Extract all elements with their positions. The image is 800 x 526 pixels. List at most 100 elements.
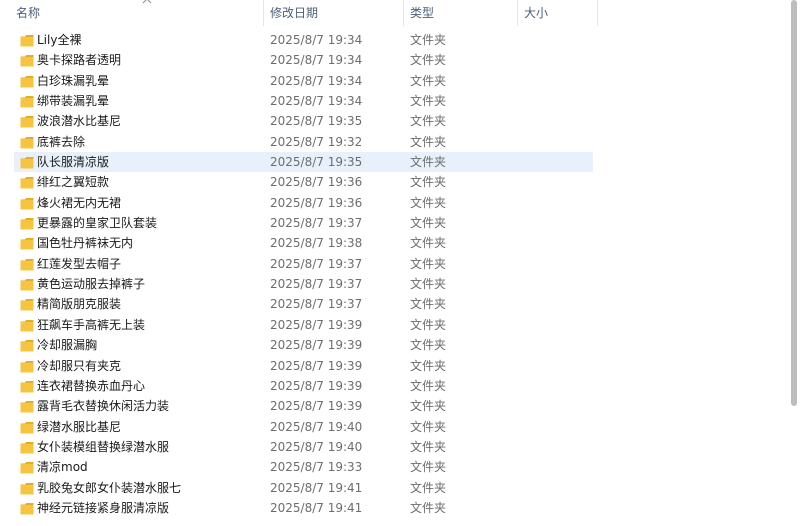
file-name: 更暴露的皇家卫队套装 xyxy=(37,216,158,231)
file-date: 2025/8/7 19:40 xyxy=(270,419,363,434)
file-type: 文件夹 xyxy=(410,277,447,292)
file-name: 狂飙车手高裤无上装 xyxy=(37,317,146,332)
file-row[interactable]: 黄色运动服去掉裤子 2025/8/7 19:37 文件夹 xyxy=(0,274,788,294)
folder-icon xyxy=(20,193,34,213)
file-name: 绑带装漏乳晕 xyxy=(37,94,110,109)
file-type: 文件夹 xyxy=(410,419,447,434)
file-row[interactable]: 奥卡探路者透明 2025/8/7 19:34 文件夹 xyxy=(0,50,788,70)
file-date: 2025/8/7 19:39 xyxy=(270,399,363,414)
folder-icon xyxy=(20,294,34,314)
file-explorer: 名称 修改日期 类型 大小 Lily全裸 2025/8/7 19:34 文件夹 奥卡探… xyxy=(0,0,800,526)
file-row[interactable]: 神经元链接紧身服清凉版 2025/8/7 19:41 文件夹 xyxy=(0,498,788,518)
file-row[interactable]: 红莲发型去帽子 2025/8/7 19:37 文件夹 xyxy=(0,254,788,274)
file-date: 2025/8/7 19:34 xyxy=(270,94,363,109)
file-name: 精简版朋克服装 xyxy=(37,297,122,312)
file-row[interactable]: 白珍珠漏乳晕 2025/8/7 19:34 文件夹 xyxy=(0,71,788,91)
file-row[interactable]: 波浪潜水比基尼 2025/8/7 19:35 文件夹 xyxy=(0,111,788,131)
file-date: 2025/8/7 19:34 xyxy=(270,53,363,68)
file-date: 2025/8/7 19:39 xyxy=(270,338,363,353)
file-type: 文件夹 xyxy=(410,94,447,109)
folder-icon xyxy=(20,213,34,233)
file-type: 文件夹 xyxy=(410,317,447,332)
file-row[interactable]: 底裤去除 2025/8/7 19:32 文件夹 xyxy=(0,132,788,152)
file-row[interactable]: 精简版朋克服装 2025/8/7 19:37 文件夹 xyxy=(0,294,788,314)
file-date: 2025/8/7 19:39 xyxy=(270,378,363,393)
folder-icon xyxy=(20,111,34,131)
file-date: 2025/8/7 19:36 xyxy=(270,195,363,210)
folder-icon xyxy=(20,152,34,172)
file-type: 文件夹 xyxy=(410,500,447,515)
file-row[interactable]: 露背毛衣替换休闲活力装 2025/8/7 19:39 文件夹 xyxy=(0,396,788,416)
file-type: 文件夹 xyxy=(410,195,447,210)
file-row[interactable]: 队长服清凉版 2025/8/7 19:35 文件夹 xyxy=(0,152,788,173)
file-name: 奥卡探路者透明 xyxy=(37,53,122,68)
file-type: 文件夹 xyxy=(410,216,447,231)
file-type: 文件夹 xyxy=(410,439,447,454)
folder-icon xyxy=(20,233,34,253)
file-list: Lily全裸 2025/8/7 19:34 文件夹奥卡探路者透明 2025/8/7 1… xyxy=(0,30,788,518)
file-row[interactable]: 狂飙车手高裤无上装 2025/8/7 19:39 文件夹 xyxy=(0,315,788,335)
file-name: 露背毛衣替换休闲活力装 xyxy=(37,399,170,414)
folder-icon xyxy=(20,376,34,396)
file-row[interactable]: 连衣裙替换赤血丹心 2025/8/7 19:39 文件夹 xyxy=(0,376,788,396)
file-date: 2025/8/7 19:41 xyxy=(270,500,363,515)
folder-icon xyxy=(20,30,34,50)
folder-icon xyxy=(20,315,34,335)
file-type: 文件夹 xyxy=(410,134,447,149)
file-row[interactable]: 绑带装漏乳晕 2025/8/7 19:34 文件夹 xyxy=(0,91,788,111)
sort-ascending-icon xyxy=(142,0,152,7)
file-name: 乳胶兔女郎女仆装潜水服七 xyxy=(37,480,182,495)
column-header-size-label: 大小 xyxy=(524,6,549,20)
vertical-scrollbar[interactable] xyxy=(788,0,800,526)
file-name: 底裤去除 xyxy=(37,134,86,149)
file-type: 文件夹 xyxy=(410,73,447,88)
file-date: 2025/8/7 19:39 xyxy=(270,317,363,332)
file-name: 国色牡丹裤袜无内 xyxy=(37,236,134,251)
file-date: 2025/8/7 19:34 xyxy=(270,33,363,47)
file-row[interactable]: 绯红之翼短款 2025/8/7 19:36 文件夹 xyxy=(0,172,788,192)
column-header-name[interactable]: 名称 xyxy=(10,0,264,26)
column-header-type[interactable]: 类型 xyxy=(404,0,518,26)
folder-icon xyxy=(20,254,34,274)
folder-icon xyxy=(20,417,34,437)
file-type: 文件夹 xyxy=(410,114,447,129)
scrollbar-thumb[interactable] xyxy=(791,0,797,406)
file-row[interactable]: 绿潜水服比基尼 2025/8/7 19:40 文件夹 xyxy=(0,417,788,437)
file-name: 队长服清凉版 xyxy=(37,155,110,170)
file-type: 文件夹 xyxy=(410,236,447,251)
column-header-name-label: 名称 xyxy=(16,6,41,20)
file-name: 清凉mod xyxy=(37,460,88,475)
folder-icon xyxy=(20,498,34,518)
file-type: 文件夹 xyxy=(410,338,447,353)
file-type: 文件夹 xyxy=(410,358,447,373)
folder-icon xyxy=(20,356,34,376)
file-type: 文件夹 xyxy=(410,460,447,475)
file-row[interactable]: Lily全裸 2025/8/7 19:34 文件夹 xyxy=(0,30,788,50)
file-row[interactable]: 国色牡丹裤袜无内 2025/8/7 19:38 文件夹 xyxy=(0,233,788,253)
file-date: 2025/8/7 19:37 xyxy=(270,216,363,231)
folder-icon xyxy=(20,71,34,91)
file-date: 2025/8/7 19:34 xyxy=(270,73,363,88)
column-header-date[interactable]: 修改日期 xyxy=(264,0,404,26)
folder-icon xyxy=(20,274,34,294)
file-row[interactable]: 冷却服只有夹克 2025/8/7 19:39 文件夹 xyxy=(0,356,788,376)
file-row[interactable]: 清凉mod 2025/8/7 19:33 文件夹 xyxy=(0,457,788,477)
file-row[interactable]: 更暴露的皇家卫队套装 2025/8/7 19:37 文件夹 xyxy=(0,213,788,233)
folder-icon xyxy=(20,172,34,192)
file-name: 波浪潜水比基尼 xyxy=(37,114,122,129)
file-row[interactable]: 女仆装模组替换绿潜水服 2025/8/7 19:40 文件夹 xyxy=(0,437,788,457)
file-name: 神经元链接紧身服清凉版 xyxy=(37,500,170,515)
column-header-size[interactable]: 大小 xyxy=(518,0,598,26)
file-type: 文件夹 xyxy=(410,53,447,68)
file-row[interactable]: 冷却服漏胸 2025/8/7 19:39 文件夹 xyxy=(0,335,788,355)
file-row[interactable]: 乳胶兔女郎女仆装潜水服七 2025/8/7 19:41 文件夹 xyxy=(0,478,788,498)
file-name: 红莲发型去帽子 xyxy=(37,256,122,271)
column-header-date-label: 修改日期 xyxy=(270,6,319,20)
file-row[interactable]: 烽火裙无内无裙 2025/8/7 19:36 文件夹 xyxy=(0,193,788,213)
file-date: 2025/8/7 19:37 xyxy=(270,297,363,312)
column-header-type-label: 类型 xyxy=(410,6,435,20)
file-date: 2025/8/7 19:37 xyxy=(270,256,363,271)
file-name: 女仆装模组替换绿潜水服 xyxy=(37,439,170,454)
folder-icon xyxy=(20,132,34,152)
file-date: 2025/8/7 19:35 xyxy=(270,114,363,129)
